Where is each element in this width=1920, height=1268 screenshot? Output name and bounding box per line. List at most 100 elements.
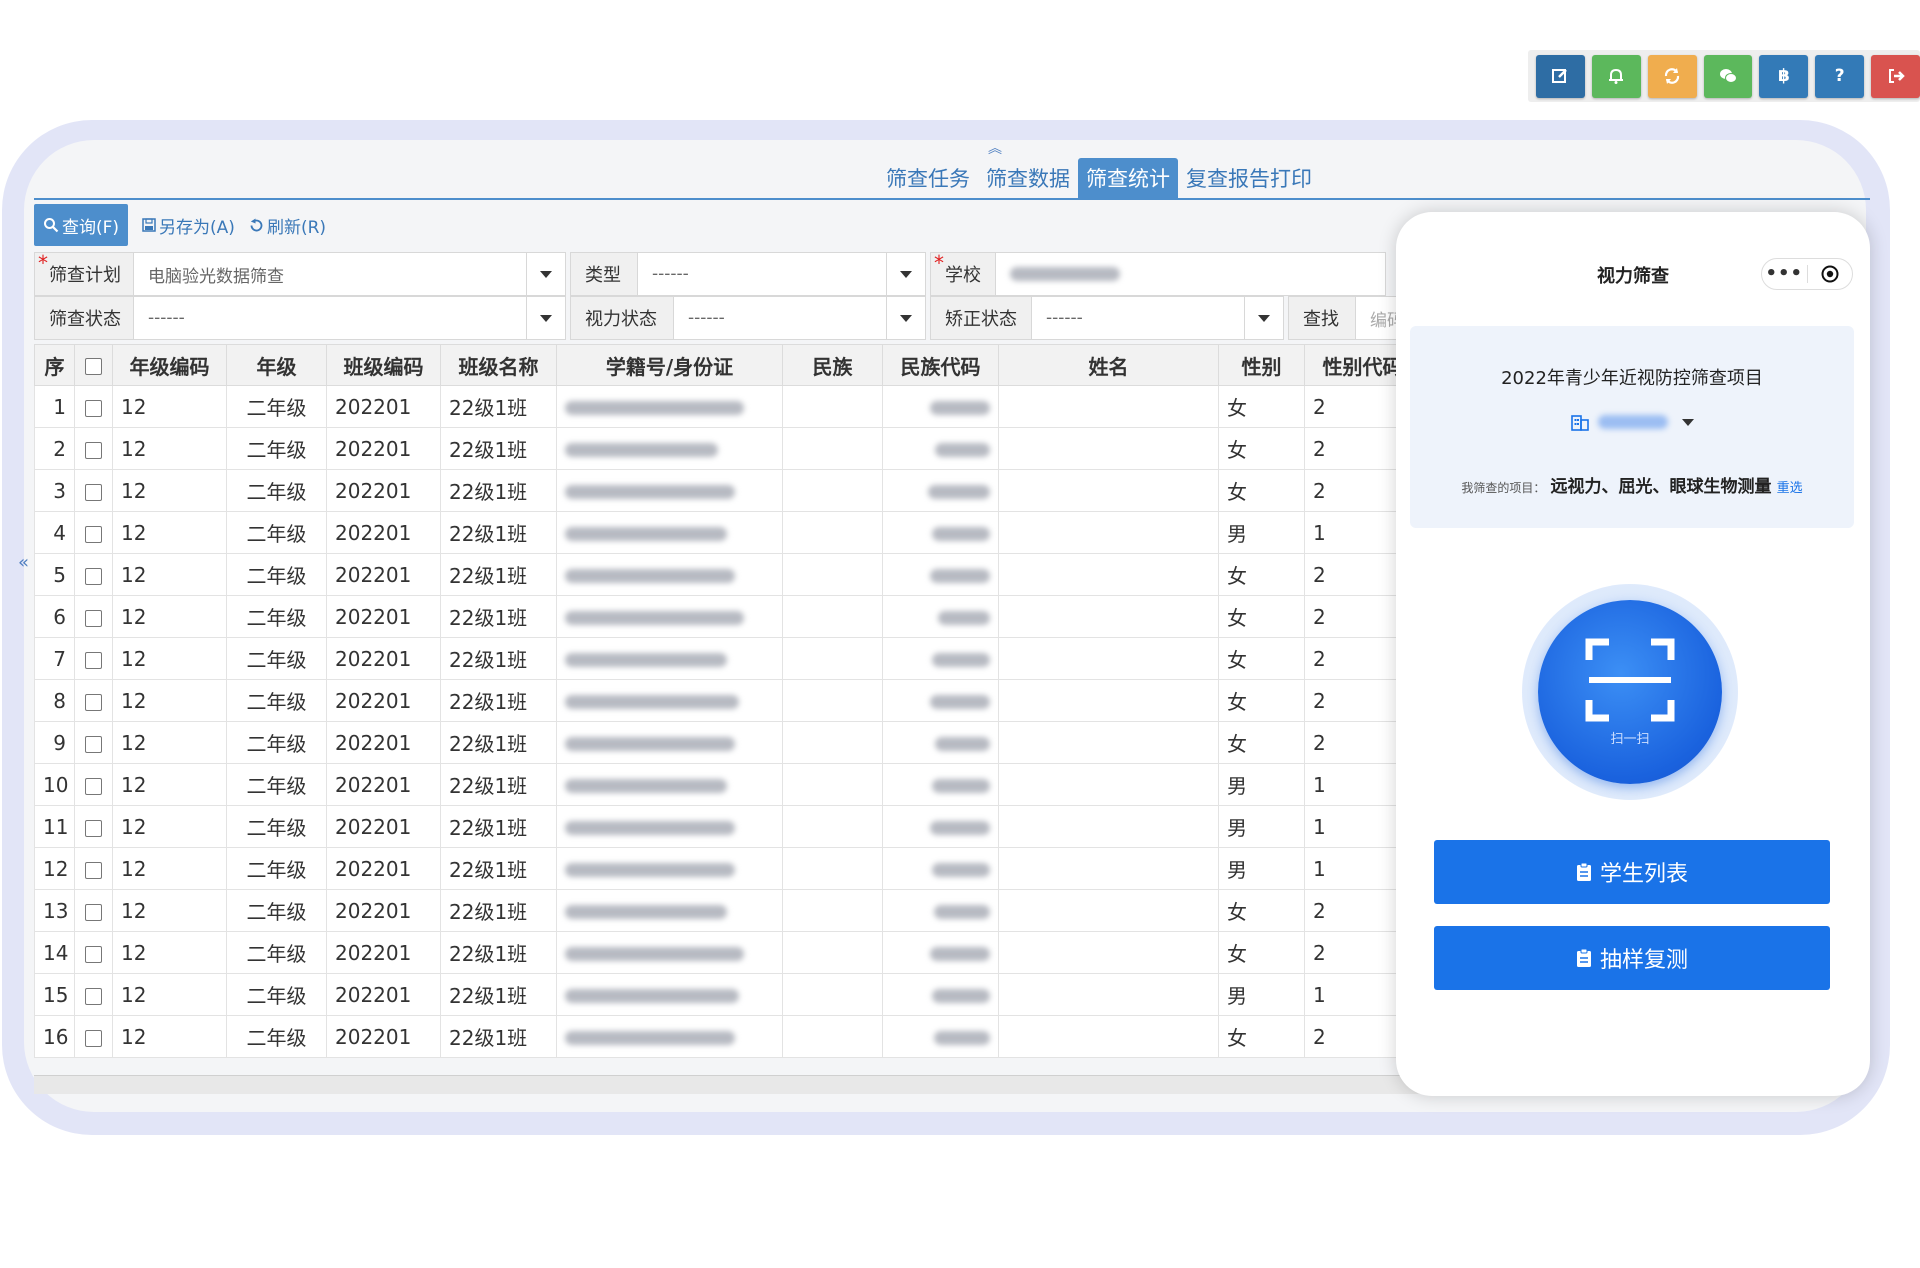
collapse-left-icon[interactable]: « — [18, 552, 29, 573]
sample-retest-button[interactable]: 抽样复测 — [1434, 926, 1830, 990]
refresh-button[interactable]: 刷新(R) — [249, 204, 326, 246]
row-checkbox-box[interactable] — [85, 945, 102, 963]
tab-data[interactable]: 筛查数据 — [978, 158, 1078, 200]
row-checkbox-box[interactable] — [85, 525, 102, 543]
row-checkbox[interactable] — [74, 847, 113, 890]
col-class-code[interactable]: 班级编码 — [326, 344, 441, 386]
table-row[interactable]: 4 12 二年级 202201 22级1班男 1 — [34, 511, 1421, 554]
col-name[interactable]: 姓名 — [998, 344, 1219, 386]
row-checkbox[interactable] — [74, 763, 113, 806]
table-row[interactable]: 13 12 二年级 202201 22级1班女 2 — [34, 889, 1421, 932]
col-student-id[interactable]: 学籍号/身份证 — [556, 344, 783, 386]
edit-button[interactable] — [1536, 54, 1585, 98]
row-checkbox[interactable] — [74, 805, 113, 848]
cell-ethnicity-code — [882, 973, 999, 1016]
select-all-checkbox[interactable] — [85, 358, 102, 375]
col-grade-code[interactable]: 年级编码 — [112, 344, 227, 386]
chevron-down-icon[interactable] — [886, 297, 925, 339]
row-checkbox-box[interactable] — [85, 903, 102, 921]
row-checkbox-box[interactable] — [85, 777, 102, 795]
status-select[interactable]: ------ — [134, 296, 566, 340]
bitcoin-button[interactable]: ฿ — [1759, 54, 1809, 98]
save-as-label: 另存为(A) — [159, 217, 235, 238]
wechat-button[interactable] — [1703, 54, 1753, 98]
row-checkbox-box[interactable] — [85, 1029, 102, 1047]
table-row[interactable]: 16 12 二年级 202201 22级1班女 2 — [34, 1015, 1421, 1058]
row-checkbox[interactable] — [74, 1015, 113, 1058]
status-label-text: 筛查状态 — [49, 309, 121, 330]
table-row[interactable]: 8 12 二年级 202201 22级1班女 2 — [34, 679, 1421, 722]
notification-button[interactable] — [1591, 54, 1641, 98]
col-select-all[interactable] — [74, 344, 113, 386]
row-checkbox-box[interactable] — [85, 399, 102, 417]
row-checkbox[interactable] — [74, 973, 113, 1016]
type-select[interactable]: ------ — [638, 252, 926, 296]
row-checkbox[interactable] — [74, 511, 113, 554]
table-row[interactable]: 1 12 二年级 202201 22级1班女 2 — [34, 385, 1421, 428]
tab-statistics[interactable]: 筛查统计 — [1078, 158, 1178, 200]
col-ethnicity[interactable]: 民族 — [782, 344, 883, 386]
col-gender[interactable]: 性别 — [1218, 344, 1305, 386]
row-checkbox[interactable] — [74, 385, 113, 428]
col-seq[interactable]: 序 — [34, 344, 75, 386]
row-checkbox[interactable] — [74, 889, 113, 932]
logout-button[interactable] — [1871, 54, 1920, 98]
row-checkbox[interactable] — [74, 553, 113, 596]
row-checkbox[interactable] — [74, 637, 113, 680]
table-row[interactable]: 5 12 二年级 202201 22级1班女 2 — [34, 553, 1421, 596]
sync-button[interactable] — [1647, 54, 1697, 98]
school-picker[interactable] — [1410, 412, 1854, 432]
row-checkbox-box[interactable] — [85, 861, 102, 879]
vision-select[interactable]: ------ — [674, 296, 926, 340]
cell-class-code: 202201 — [326, 553, 441, 596]
chevron-down-icon[interactable] — [526, 297, 565, 339]
row-checkbox[interactable] — [74, 721, 113, 764]
row-checkbox-box[interactable] — [85, 567, 102, 585]
row-checkbox-box[interactable] — [85, 609, 102, 627]
col-grade[interactable]: 年级 — [226, 344, 327, 386]
row-checkbox-box[interactable] — [85, 483, 102, 501]
table-row[interactable]: 10 12 二年级 202201 22级1班男 1 — [34, 763, 1421, 806]
school-select[interactable] — [996, 252, 1386, 296]
chevron-down-icon[interactable] — [526, 253, 565, 295]
plan-select[interactable]: 电脑验光数据筛查 — [134, 252, 566, 296]
row-checkbox-box[interactable] — [85, 819, 102, 837]
help-button[interactable]: ? — [1815, 54, 1865, 98]
table-row[interactable]: 14 12 二年级 202201 22级1班女 2 — [34, 931, 1421, 974]
student-list-button[interactable]: 学生列表 — [1434, 840, 1830, 904]
col-ethnicity-code[interactable]: 民族代码 — [882, 344, 999, 386]
table-row[interactable]: 15 12 二年级 202201 22级1班男 1 — [34, 973, 1421, 1016]
correct-select[interactable]: ------ — [1032, 296, 1284, 340]
table-row[interactable]: 9 12 二年级 202201 22级1班女 2 — [34, 721, 1421, 764]
row-checkbox-box[interactable] — [85, 987, 102, 1005]
cell-grade: 二年级 — [226, 973, 327, 1016]
table-row[interactable]: 3 12 二年级 202201 22级1班女 2 — [34, 469, 1421, 512]
row-checkbox[interactable] — [74, 931, 113, 974]
tab-report-print[interactable]: 复查报告打印 — [1178, 158, 1320, 200]
chevron-down-icon[interactable] — [1244, 297, 1283, 339]
col-class-name[interactable]: 班级名称 — [440, 344, 557, 386]
row-checkbox-box[interactable] — [85, 693, 102, 711]
row-checkbox-box[interactable] — [85, 441, 102, 459]
table-row[interactable]: 7 12 二年级 202201 22级1班女 2 — [34, 637, 1421, 680]
save-as-button[interactable]: 另存为(A) — [142, 204, 235, 246]
row-checkbox-box[interactable] — [85, 735, 102, 753]
more-icon[interactable]: ••• — [1762, 259, 1807, 289]
row-checkbox[interactable] — [74, 595, 113, 638]
table-row[interactable]: 6 12 二年级 202201 22级1班女 2 — [34, 595, 1421, 638]
caret-down-icon[interactable] — [1682, 418, 1694, 426]
tab-task[interactable]: 筛查任务 — [878, 158, 978, 200]
row-checkbox[interactable] — [74, 679, 113, 722]
table-row[interactable]: 2 12 二年级 202201 22级1班女 2 — [34, 427, 1421, 470]
table-scrollbar[interactable] — [34, 1075, 1420, 1094]
query-button[interactable]: 查询(F) — [34, 204, 129, 246]
table-row[interactable]: 12 12 二年级 202201 22级1班男 1 — [34, 847, 1421, 890]
scan-button[interactable]: 扫一扫 — [1538, 600, 1722, 784]
row-checkbox[interactable] — [74, 469, 113, 512]
reselect-link[interactable]: 重选 — [1777, 481, 1803, 496]
chevron-down-icon[interactable] — [886, 253, 925, 295]
row-checkbox[interactable] — [74, 427, 113, 470]
table-row[interactable]: 11 12 二年级 202201 22级1班男 1 — [34, 805, 1421, 848]
close-target-icon[interactable] — [1807, 264, 1852, 284]
row-checkbox-box[interactable] — [85, 651, 102, 669]
